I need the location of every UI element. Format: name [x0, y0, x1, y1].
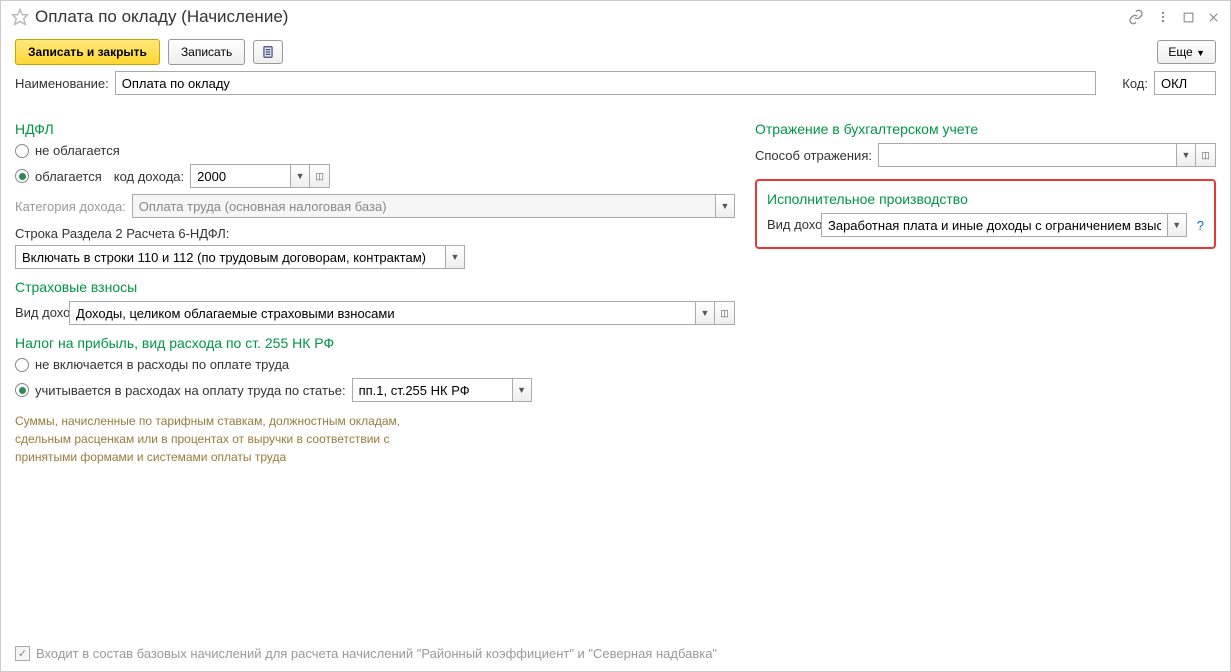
profit-article-input[interactable]: [352, 378, 512, 402]
ndfl-taxed-radio[interactable]: [15, 169, 29, 183]
ndfl-not-taxed-radio[interactable]: [15, 144, 29, 158]
save-button[interactable]: Записать: [168, 39, 245, 65]
enforcement-header: Исполнительное производство: [767, 191, 1204, 207]
titlebar: Оплата по окладу (Начисление): [1, 1, 1230, 33]
insurance-type-dropdown[interactable]: ▼: [695, 301, 715, 325]
star-icon[interactable]: [11, 8, 35, 26]
name-input[interactable]: [115, 71, 1097, 95]
category-input: [132, 194, 715, 218]
income-code-open[interactable]: ◫: [310, 164, 330, 188]
profit-included-radio[interactable]: [15, 383, 29, 397]
insurance-type-label: Вид дохода:: [15, 305, 63, 321]
profit-article-dropdown[interactable]: ▼: [512, 378, 532, 402]
section2-dropdown[interactable]: ▼: [445, 245, 465, 269]
profit-included-label: учитывается в расходах на оплату труда п…: [35, 383, 346, 398]
enforcement-help[interactable]: ?: [1197, 218, 1204, 233]
insurance-type-input[interactable]: [69, 301, 695, 325]
profit-note: Суммы, начисленные по тарифным ставкам, …: [15, 412, 445, 466]
section2-label: Строка Раздела 2 Расчета 6-НДФЛ:: [15, 226, 735, 241]
toolbar: Записать и закрыть Записать Еще ▼: [1, 33, 1230, 71]
accounting-method-label: Способ отражения:: [755, 148, 872, 163]
ndfl-header: НДФЛ: [15, 121, 735, 137]
accounting-method-dropdown[interactable]: ▼: [1176, 143, 1196, 167]
code-input[interactable]: [1154, 71, 1216, 95]
ndfl-not-taxed-label: не облагается: [35, 143, 120, 158]
footer: ✓ Входит в состав базовых начислений для…: [15, 646, 717, 661]
base-calc-checkbox: ✓: [15, 646, 30, 661]
income-code-input[interactable]: [190, 164, 290, 188]
accounting-method-open[interactable]: ◫: [1196, 143, 1216, 167]
code-label: Код:: [1122, 76, 1148, 91]
category-label: Категория дохода:: [15, 199, 126, 214]
name-label: Наименование:: [15, 76, 109, 91]
page-title: Оплата по окладу (Начисление): [35, 7, 1128, 27]
kebab-icon[interactable]: [1156, 10, 1170, 24]
insurance-type-open[interactable]: ◫: [715, 301, 735, 325]
enforcement-type-input[interactable]: [821, 213, 1167, 237]
profit-tax-header: Налог на прибыль, вид расхода по ст. 255…: [15, 335, 735, 351]
maximize-icon[interactable]: [1182, 11, 1195, 24]
base-calc-label: Входит в состав базовых начислений для р…: [36, 646, 717, 661]
close-icon[interactable]: [1207, 11, 1220, 24]
accounting-method-input[interactable]: [878, 143, 1176, 167]
income-code-dropdown[interactable]: ▼: [290, 164, 310, 188]
profit-not-included-label: не включается в расходы по оплате труда: [35, 357, 289, 372]
save-close-button[interactable]: Записать и закрыть: [15, 39, 160, 65]
enforcement-type-dropdown[interactable]: ▼: [1167, 213, 1187, 237]
name-code-row: Наименование: Код:: [1, 71, 1230, 95]
section2-input[interactable]: [15, 245, 445, 269]
enforcement-box: Исполнительное производство Вид дохода: …: [755, 179, 1216, 249]
accounting-header: Отражение в бухгалтерском учете: [755, 121, 1216, 137]
link-icon[interactable]: [1128, 9, 1144, 25]
category-dropdown: ▼: [715, 194, 735, 218]
profit-not-included-radio[interactable]: [15, 358, 29, 372]
ndfl-taxed-label: облагается: [35, 169, 102, 184]
list-icon-button[interactable]: [253, 40, 283, 64]
enforcement-type-label: Вид дохода:: [767, 217, 815, 233]
more-button[interactable]: Еще ▼: [1157, 40, 1216, 64]
income-code-label: код дохода:: [114, 169, 184, 184]
insurance-header: Страховые взносы: [15, 279, 735, 295]
